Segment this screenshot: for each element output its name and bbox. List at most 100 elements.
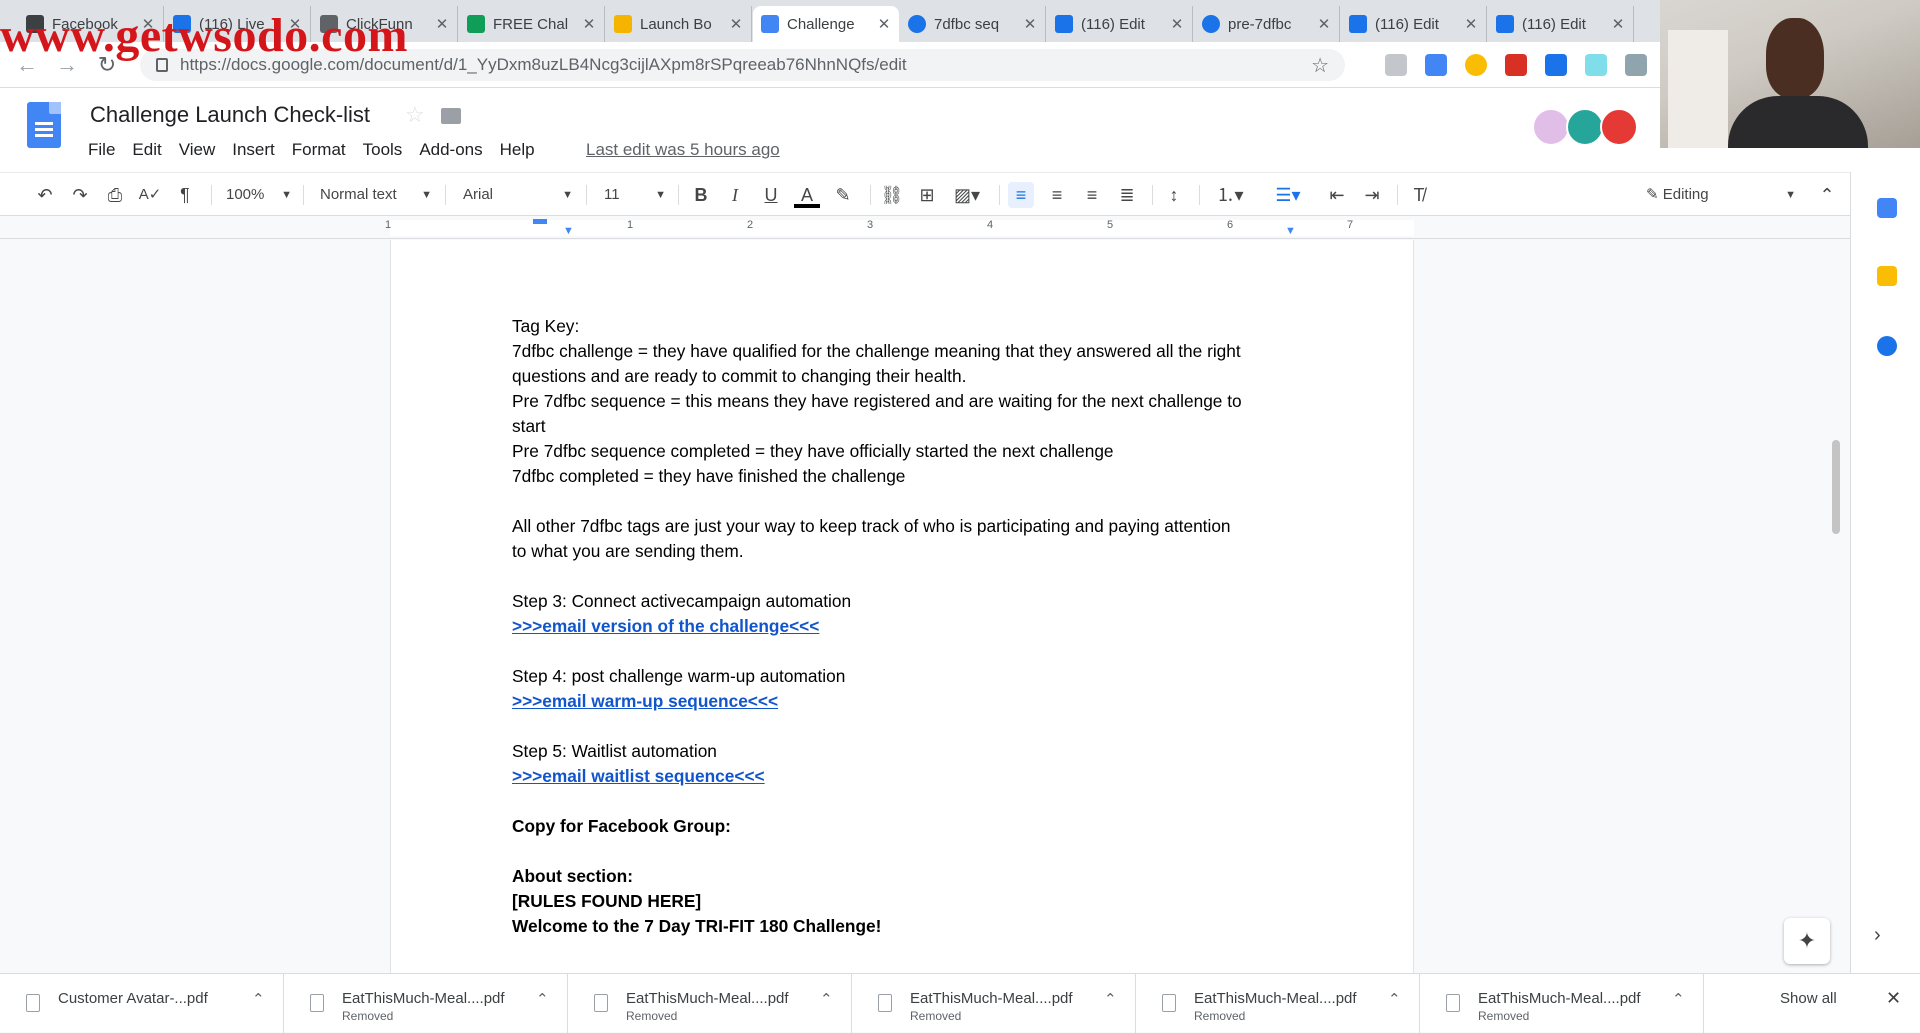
menu-addons[interactable]: Add-ons: [419, 140, 482, 160]
text-color-icon[interactable]: A: [794, 182, 820, 208]
font-size-dropdown[interactable]: 11 ▼: [604, 183, 666, 207]
align-left-icon[interactable]: ≡: [1008, 182, 1034, 208]
first-line-indent-handle[interactable]: [533, 219, 547, 224]
last-edit-link[interactable]: Last edit was 5 hours ago: [586, 140, 780, 160]
tab-116-edit-1[interactable]: (116) Edit ✕: [1047, 6, 1193, 42]
numbered-list-icon[interactable]: ⒈▾: [1210, 182, 1250, 208]
zoom-dropdown[interactable]: 100% ▼: [226, 183, 292, 207]
clear-formatting-icon[interactable]: T̸: [1406, 182, 1432, 208]
tab-launch-board[interactable]: Launch Bo ✕: [606, 6, 752, 42]
tab-free-challenge[interactable]: FREE Chal ✕: [459, 6, 605, 42]
close-tab-icon[interactable]: ✕: [1317, 15, 1331, 33]
bulleted-list-icon[interactable]: ☰▾: [1268, 182, 1308, 208]
chevron-up-icon[interactable]: ⌃: [252, 990, 265, 1008]
link-icon[interactable]: ⛓: [879, 182, 905, 208]
tab-challenge-active[interactable]: Challenge ✕: [753, 6, 899, 42]
chevron-up-icon[interactable]: ⌃: [1672, 990, 1685, 1008]
underline-icon[interactable]: U: [758, 182, 784, 208]
insert-image-icon[interactable]: ▨▾: [950, 182, 984, 208]
tab-pre-7dfbc[interactable]: pre-7dfbc ✕: [1194, 6, 1340, 42]
italic-icon[interactable]: I: [722, 182, 748, 208]
email-warmup-sequence-link[interactable]: >>>email warm-up sequence<<<: [512, 689, 1292, 714]
chevron-up-icon[interactable]: ⌃: [1388, 990, 1401, 1008]
email-waitlist-sequence-link[interactable]: >>>email waitlist sequence<<<: [512, 764, 1292, 789]
explore-icon[interactable]: ✦: [1784, 918, 1830, 964]
drive-extension-icon[interactable]: [1425, 54, 1447, 76]
close-tab-icon[interactable]: ✕: [1464, 15, 1478, 33]
chevron-up-icon[interactable]: ⌃: [820, 990, 833, 1008]
menu-view[interactable]: View: [179, 140, 216, 160]
document-title[interactable]: Challenge Launch Check-list: [90, 102, 370, 128]
collaborator-avatar[interactable]: [1600, 108, 1638, 146]
editing-mode-dropdown[interactable]: ✎ Editing ▼: [1646, 183, 1796, 207]
bookmark-extension-icon[interactable]: [1545, 54, 1567, 76]
code-extension-icon[interactable]: [1385, 54, 1407, 76]
download-item[interactable]: EatThisMuch-Meal....pdf Removed ⌃: [1136, 974, 1420, 1033]
calendar-icon[interactable]: [1877, 198, 1897, 218]
show-all-downloads-button[interactable]: Show all: [1780, 990, 1837, 1007]
increase-indent-icon[interactable]: ⇥: [1359, 182, 1385, 208]
redo-icon[interactable]: ↷: [67, 182, 93, 208]
close-tab-icon[interactable]: ✕: [1023, 15, 1037, 33]
puzzle-extension-icon[interactable]: [1625, 54, 1647, 76]
tasks-icon[interactable]: [1877, 336, 1897, 356]
align-right-icon[interactable]: ≡: [1079, 182, 1105, 208]
chevron-up-icon[interactable]: ⌃: [536, 990, 549, 1008]
menu-tools[interactable]: Tools: [363, 140, 403, 160]
star-icon[interactable]: ☆: [405, 102, 425, 128]
paint-format-icon[interactable]: ¶: [172, 182, 198, 208]
collaborator-avatar[interactable]: [1532, 108, 1570, 146]
add-comment-icon[interactable]: ⊞: [914, 182, 940, 208]
download-item[interactable]: EatThisMuch-Meal....pdf Removed ⌃: [568, 974, 852, 1033]
download-item[interactable]: Customer Avatar-...pdf ⌃: [0, 974, 284, 1033]
left-indent-handle[interactable]: ▼: [563, 225, 574, 237]
menu-help[interactable]: Help: [500, 140, 535, 160]
document-body[interactable]: Tag Key: 7dfbc challenge = they have qua…: [512, 314, 1292, 939]
decrease-indent-icon[interactable]: ⇤: [1324, 182, 1350, 208]
undo-icon[interactable]: ↶: [32, 182, 58, 208]
justify-icon[interactable]: ≣: [1114, 182, 1140, 208]
menu-edit[interactable]: Edit: [132, 140, 161, 160]
cup-extension-icon[interactable]: [1585, 54, 1607, 76]
paragraph-style-dropdown[interactable]: Normal text ▼: [320, 183, 432, 207]
folder-icon[interactable]: [441, 108, 461, 124]
menu-file[interactable]: File: [88, 140, 115, 160]
download-item[interactable]: EatThisMuch-Meal....pdf Removed ⌃: [1420, 974, 1704, 1033]
chevron-right-icon[interactable]: ›: [1874, 924, 1881, 947]
close-icon[interactable]: ✕: [1886, 988, 1901, 1009]
menu-format[interactable]: Format: [292, 140, 346, 160]
close-tab-icon[interactable]: ✕: [729, 15, 743, 33]
bold-icon[interactable]: B: [688, 182, 714, 208]
document-scrollbar[interactable]: [1832, 440, 1840, 534]
docs-logo-icon[interactable]: [27, 102, 61, 148]
tab-7dfbc-seq[interactable]: 7dfbc seq ✕: [900, 6, 1046, 42]
collaborator-avatar[interactable]: [1566, 108, 1604, 146]
print-icon[interactable]: ⎙: [102, 182, 128, 208]
style-value: Normal text: [320, 186, 397, 203]
close-tab-icon[interactable]: ✕: [1611, 15, 1625, 33]
font-dropdown[interactable]: Arial ▼: [463, 183, 573, 207]
download-item[interactable]: EatThisMuch-Meal....pdf Removed ⌃: [852, 974, 1136, 1033]
close-tab-icon[interactable]: ✕: [435, 15, 449, 33]
document-page[interactable]: Tag Key: 7dfbc challenge = they have qua…: [390, 240, 1414, 973]
chevron-up-icon[interactable]: ⌃: [1104, 990, 1117, 1008]
menu-insert[interactable]: Insert: [232, 140, 275, 160]
collapse-menus-icon[interactable]: ⌃: [1814, 182, 1840, 208]
highlight-icon[interactable]: ✎: [830, 182, 856, 208]
align-center-icon[interactable]: ≡: [1044, 182, 1070, 208]
keep-icon[interactable]: [1877, 266, 1897, 286]
chrome-extension-icon[interactable]: [1465, 54, 1487, 76]
tab-116-edit-3[interactable]: (116) Edit ✕: [1488, 6, 1634, 42]
email-version-challenge-link[interactable]: >>>email version of the challenge<<<: [512, 614, 1292, 639]
right-indent-handle[interactable]: ▼: [1285, 225, 1296, 237]
calendar-extension-icon[interactable]: [1505, 54, 1527, 76]
download-item[interactable]: EatThisMuch-Meal....pdf Removed ⌃: [284, 974, 568, 1033]
spellcheck-icon[interactable]: A✓: [137, 182, 163, 208]
close-tab-icon[interactable]: ✕: [1170, 15, 1184, 33]
bookmark-star-icon[interactable]: ☆: [1311, 53, 1329, 78]
close-tab-icon[interactable]: ✕: [582, 15, 596, 33]
line-spacing-icon[interactable]: ↕: [1161, 182, 1187, 208]
tab-116-edit-2[interactable]: (116) Edit ✕: [1341, 6, 1487, 42]
close-tab-icon[interactable]: ✕: [877, 15, 891, 33]
